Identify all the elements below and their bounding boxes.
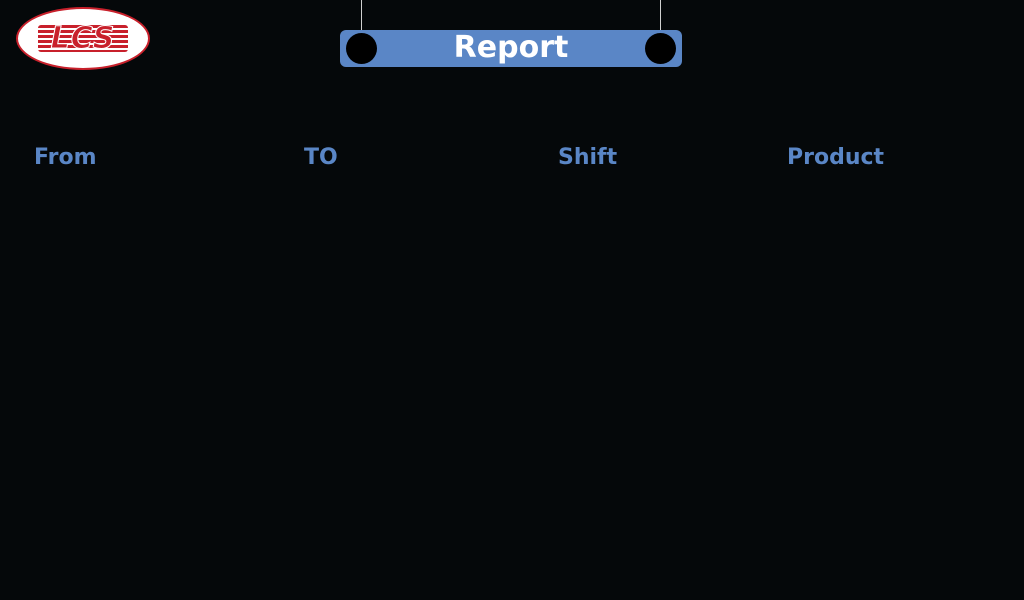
column-header-shift: Shift	[558, 145, 618, 170]
page-title: Report	[453, 30, 569, 65]
column-header-from: From	[34, 145, 97, 170]
logo-text: LCS	[50, 20, 116, 56]
report-screen: LCS Report From TO Shift Product	[0, 0, 1024, 600]
column-header-to: TO	[304, 145, 338, 170]
banner-hole-left	[346, 33, 377, 64]
column-header-product: Product	[787, 145, 885, 170]
title-banner: Report	[340, 30, 682, 67]
banner-hole-right	[645, 33, 676, 64]
company-logo: LCS	[16, 7, 150, 70]
